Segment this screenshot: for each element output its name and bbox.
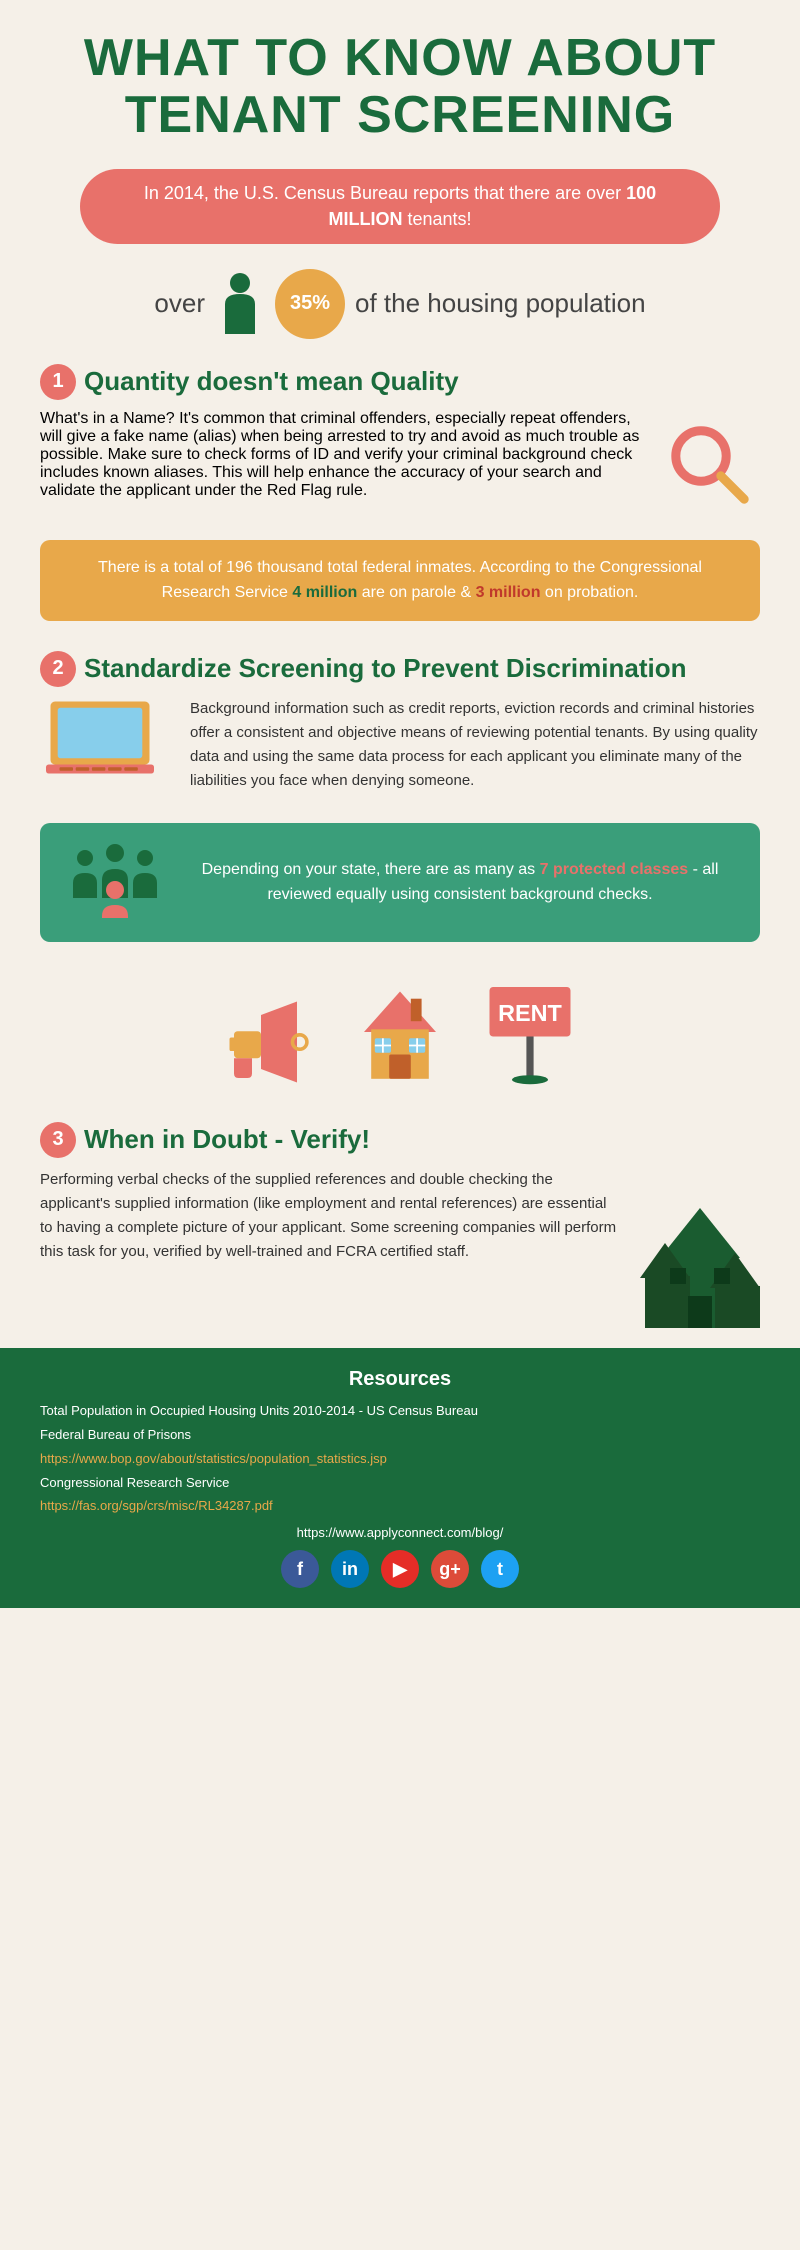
section2-body-text: Background information such as credit re… <box>190 697 760 793</box>
section1-title: 1 Quantity doesn't mean Quality <box>40 364 760 400</box>
section3-title-text: When in Doubt - Verify! <box>84 1124 370 1155</box>
linkedin-label: in <box>342 1559 358 1580</box>
rent-sign-icon: RENT <box>485 977 575 1087</box>
info-red-text: 3 million <box>476 584 541 601</box>
population-stat: over 35% of the housing population <box>0 259 800 349</box>
info-box: There is a total of 196 thousand total f… <box>40 540 760 621</box>
twitter-icon[interactable]: t <box>481 1550 519 1588</box>
section1-title-text: Quantity doesn't mean Quality <box>84 366 459 397</box>
info-text-after: on probation. <box>540 584 638 601</box>
section1-inner: What's in a Name? It's common that crimi… <box>40 410 760 510</box>
census-banner: In 2014, the U.S. Census Bureau reports … <box>80 169 720 243</box>
protected-highlight: 7 protected classes <box>540 861 689 878</box>
resources-title: Resources <box>40 1368 760 1391</box>
census-text-before: In 2014, the U.S. Census Bureau reports … <box>144 183 626 203</box>
section3-body: Performing verbal checks of the supplied… <box>40 1168 620 1333</box>
laptop-icon <box>40 697 160 787</box>
section3-title: 3 When in Doubt - Verify! <box>40 1122 760 1158</box>
section3: 3 When in Doubt - Verify! Performing ver… <box>0 1107 800 1348</box>
section2-inner: Background information such as credit re… <box>40 697 760 793</box>
section1: 1 Quantity doesn't mean Quality What's i… <box>0 349 800 525</box>
resource2-label: Federal Bureau of Prisons <box>40 1425 760 1445</box>
section1-body: What's in a Name? It's common that crimi… <box>40 410 640 500</box>
page-title: WHAT TO KNOW ABOUT TENANT SCREENING <box>40 30 760 144</box>
protected-classes-box: Depending on your state, there are as ma… <box>40 823 760 942</box>
facebook-icon[interactable]: f <box>281 1550 319 1588</box>
percent-value: 35% <box>290 292 330 315</box>
resource1: Total Population in Occupied Housing Uni… <box>40 1401 760 1421</box>
person-icon <box>215 269 265 339</box>
over-label: over <box>154 288 205 319</box>
resource3-url[interactable]: https://fas.org/sgp/crs/misc/RL34287.pdf <box>40 1498 273 1513</box>
population-text: of the housing population <box>355 288 646 319</box>
section3-inner: Performing verbal checks of the supplied… <box>40 1168 760 1333</box>
youtube-icon[interactable]: ▶ <box>381 1550 419 1588</box>
house-icon <box>355 977 445 1087</box>
section1-body-text: What's in a Name? It's common that crimi… <box>40 410 640 500</box>
googleplus-label: g+ <box>439 1559 461 1580</box>
section2-title: 2 Standardize Screening to Prevent Discr… <box>40 651 760 687</box>
website-url: https://www.applyconnect.com/blog/ <box>40 1525 760 1540</box>
section2-title-text: Standardize Screening to Prevent Discrim… <box>84 653 686 684</box>
section2-body: Background information such as credit re… <box>190 697 760 793</box>
header-section: WHAT TO KNOW ABOUT TENANT SCREENING <box>0 0 800 154</box>
website-url-text: https://www.applyconnect.com/blog/ <box>297 1525 504 1540</box>
protected-text-before: Depending on your state, there are as ma… <box>202 861 540 878</box>
percent-badge: 35% <box>275 269 345 339</box>
houses-decoration <box>640 1168 760 1328</box>
people-group-icon <box>65 838 165 927</box>
section3-number: 3 <box>40 1122 76 1158</box>
census-text-after: tenants! <box>402 209 471 229</box>
magnifier-icon <box>665 420 755 510</box>
footer: Resources Total Population in Occupied H… <box>0 1348 800 1609</box>
facebook-label: f <box>297 1559 303 1580</box>
people-group-svg <box>65 838 165 918</box>
svg-text:RENT: RENT <box>498 1000 562 1026</box>
section2-number: 2 <box>40 651 76 687</box>
resource2-url[interactable]: https://www.bop.gov/about/statistics/pop… <box>40 1451 387 1466</box>
icons-row: RENT <box>0 957 800 1107</box>
houses-right <box>640 1168 760 1333</box>
section3-body-text: Performing verbal checks of the supplied… <box>40 1168 620 1264</box>
resource3-label: Congressional Research Service <box>40 1473 760 1493</box>
megaphone-icon <box>225 997 315 1087</box>
googleplus-icon[interactable]: g+ <box>431 1550 469 1588</box>
section1-number: 1 <box>40 364 76 400</box>
magnifier-area <box>660 410 760 510</box>
info-text-middle: are on parole & <box>357 584 475 601</box>
section2: 2 Standardize Screening to Prevent Discr… <box>0 636 800 808</box>
social-row: f in ▶ g+ t <box>40 1550 760 1588</box>
linkedin-icon[interactable]: in <box>331 1550 369 1588</box>
youtube-label: ▶ <box>393 1559 407 1580</box>
twitter-label: t <box>497 1559 503 1580</box>
info-green-text: 4 million <box>292 584 357 601</box>
protected-text: Depending on your state, there are as ma… <box>185 857 735 908</box>
laptop-area <box>40 697 170 792</box>
